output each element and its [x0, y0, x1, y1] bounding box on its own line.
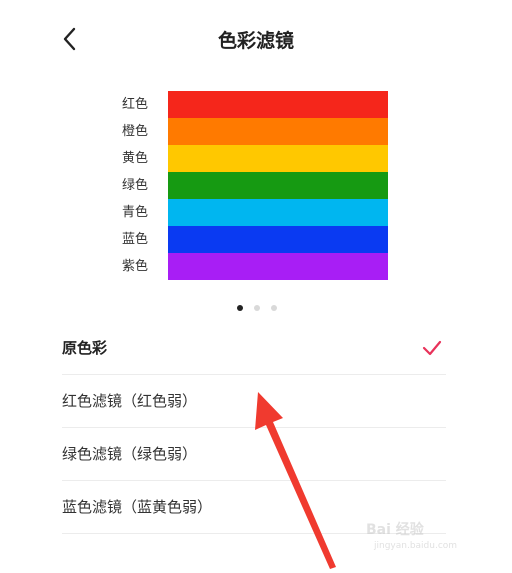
- color-band-label: 绿色: [122, 178, 149, 193]
- option-green-filter[interactable]: 绿色滤镜（绿色弱）: [62, 428, 446, 481]
- page-dot[interactable]: [271, 305, 278, 311]
- option-label: 红色滤镜（红色弱）: [62, 392, 198, 410]
- color-preview: 红色 橙色 黄色 绿色 青色 蓝色 紫色: [110, 91, 400, 280]
- option-label: 蓝色滤镜（蓝黄色弱）: [62, 498, 213, 516]
- color-band-label: 青色: [122, 205, 149, 220]
- watermark-logo: Bai 经验: [366, 522, 424, 538]
- option-label: 绿色滤镜（绿色弱）: [62, 445, 198, 463]
- color-band-label: 橙色: [122, 124, 149, 139]
- color-band: 紫色: [110, 253, 400, 280]
- watermark-url: jingyan.baidu.com: [374, 541, 458, 551]
- color-band: 蓝色: [110, 226, 400, 253]
- page-dot[interactable]: [237, 305, 243, 311]
- color-swatch: [168, 91, 388, 118]
- baidu-jingyan-watermark: Bai 经验 jingyan.baidu.com: [366, 519, 486, 559]
- color-swatch: [168, 253, 388, 280]
- color-band-label: 紫色: [122, 259, 149, 274]
- option-label: 原色彩: [62, 339, 108, 357]
- color-swatch: [168, 199, 388, 226]
- color-band: 红色: [110, 91, 400, 118]
- pagination-dots: [237, 305, 283, 313]
- color-band-label: 蓝色: [122, 232, 149, 247]
- page-title: 色彩滤镜: [217, 30, 294, 52]
- color-swatch: [168, 118, 388, 145]
- check-icon: [422, 340, 442, 356]
- color-band: 绿色: [110, 172, 400, 199]
- option-red-filter[interactable]: 红色滤镜（红色弱）: [62, 375, 446, 428]
- page-dot[interactable]: [254, 305, 261, 311]
- option-original-color[interactable]: 原色彩: [62, 322, 446, 375]
- color-band-label: 红色: [122, 97, 149, 112]
- header-bar: 色彩滤镜: [0, 0, 512, 80]
- color-band-label: 黄色: [122, 151, 149, 166]
- color-band: 黄色: [110, 145, 400, 172]
- color-band: 橙色: [110, 118, 400, 145]
- color-band: 青色: [110, 199, 400, 226]
- filter-options-list: 原色彩 红色滤镜（红色弱） 绿色滤镜（绿色弱） 蓝色滤镜（蓝黄色弱）: [62, 322, 446, 534]
- color-swatch: [168, 226, 388, 253]
- color-swatch: [168, 145, 388, 172]
- color-swatch: [168, 172, 388, 199]
